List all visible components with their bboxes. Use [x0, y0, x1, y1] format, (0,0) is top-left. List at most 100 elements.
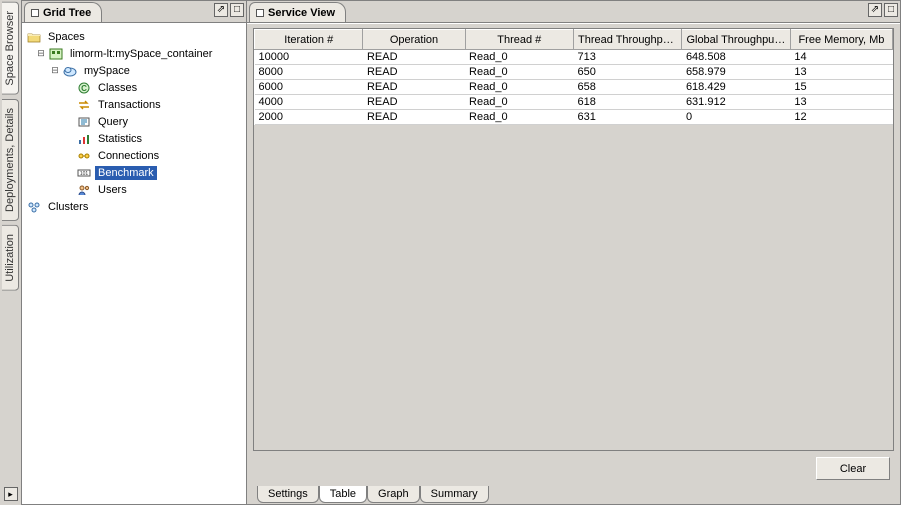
service-view-tab-label: Service View: [268, 7, 335, 19]
cell-free_mem: 12: [790, 110, 892, 125]
cell-global_tp: 631.912: [682, 95, 790, 110]
col-global-tp[interactable]: Global Throughput,...: [682, 30, 790, 50]
tree-node-connections[interactable]: Connections: [24, 147, 244, 164]
cell-free_mem: 13: [790, 95, 892, 110]
tree-label-statistics: Statistics: [95, 132, 145, 146]
cell-thread: Read_0: [465, 65, 573, 80]
pin-icon[interactable]: ⇗: [214, 3, 228, 17]
tree-label-myspace: mySpace: [81, 64, 133, 78]
service-view-tab[interactable]: Service View: [249, 2, 346, 22]
tree-label-spaces: Spaces: [45, 30, 88, 44]
table-row[interactable]: 6000READRead_0658618.42915: [255, 80, 893, 95]
col-free-mem[interactable]: Free Memory, Mb: [790, 30, 892, 50]
connections-icon: [76, 149, 92, 163]
cell-thread_tp: 713: [573, 50, 681, 65]
cell-iteration: 4000: [255, 95, 363, 110]
cell-free_mem: 14: [790, 50, 892, 65]
tab-marker-icon: [256, 9, 264, 17]
grid-tree-panel: Grid Tree ⇗ □ Spaces ⊟: [22, 0, 247, 505]
cell-iteration: 6000: [255, 80, 363, 95]
benchmark-table: Iteration # Operation Thread # Thread Th…: [254, 29, 893, 125]
cell-thread: Read_0: [465, 95, 573, 110]
tree-label-users: Users: [95, 183, 130, 197]
cell-thread_tp: 650: [573, 65, 681, 80]
cell-operation: READ: [363, 65, 465, 80]
subtab-strip: Settings Table Graph Summary: [253, 486, 894, 504]
cell-thread: Read_0: [465, 80, 573, 95]
cloud-icon: [62, 64, 78, 78]
tree-label-query: Query: [95, 115, 131, 129]
folder-icon: [26, 30, 42, 44]
table-row[interactable]: 8000READRead_0650658.97913: [255, 65, 893, 80]
cell-thread_tp: 631: [573, 110, 681, 125]
col-thread-tp[interactable]: Thread Throughpu...: [573, 30, 681, 50]
col-operation[interactable]: Operation: [363, 30, 465, 50]
cell-iteration: 2000: [255, 110, 363, 125]
tree-node-query[interactable]: Query: [24, 113, 244, 130]
grid-tree-tabbar: Grid Tree ⇗ □: [22, 1, 246, 23]
cell-global_tp: 648.508: [682, 50, 790, 65]
cell-global_tp: 618.429: [682, 80, 790, 95]
cell-thread: Read_0: [465, 50, 573, 65]
maximize-icon[interactable]: □: [884, 3, 898, 17]
tree-node-clusters[interactable]: Clusters: [24, 198, 244, 215]
clear-button[interactable]: Clear: [816, 457, 890, 480]
cell-operation: READ: [363, 80, 465, 95]
svg-text:101: 101: [80, 171, 89, 177]
tree-label-clusters: Clusters: [45, 200, 91, 214]
tree-node-statistics[interactable]: Statistics: [24, 130, 244, 147]
service-view-tabbar: Service View ⇗ □: [247, 1, 900, 23]
side-tab-deployments-details[interactable]: Deployments, Details: [2, 99, 19, 221]
table-row[interactable]: 10000READRead_0713648.50814: [255, 50, 893, 65]
subtab-graph[interactable]: Graph: [367, 486, 420, 503]
collapse-icon[interactable]: ⊟: [34, 48, 48, 59]
transactions-icon: [76, 98, 92, 112]
benchmark-table-body: 10000READRead_0713648.508148000READRead_…: [255, 50, 893, 125]
grid-tree-tab[interactable]: Grid Tree: [24, 2, 102, 22]
table-row[interactable]: 4000READRead_0618631.91213: [255, 95, 893, 110]
tree-node-myspace[interactable]: ⊟ mySpace: [24, 62, 244, 79]
tree-node-benchmark[interactable]: 101 Benchmark: [24, 164, 244, 181]
col-thread[interactable]: Thread #: [465, 30, 573, 50]
clusters-icon: [26, 200, 42, 214]
maximize-icon[interactable]: □: [230, 3, 244, 17]
cell-global_tp: 0: [682, 110, 790, 125]
button-row: Clear: [253, 451, 894, 486]
cell-iteration: 8000: [255, 65, 363, 80]
table-empty-area: [253, 125, 894, 451]
tree-label-benchmark: Benchmark: [95, 166, 157, 180]
grid-tree-body: Spaces ⊟ limorm-lt:mySpace_container ⊟: [22, 23, 246, 504]
grid-tree: Spaces ⊟ limorm-lt:mySpace_container ⊟: [22, 24, 246, 219]
tree-node-transactions[interactable]: Transactions: [24, 96, 244, 113]
tree-label-container: limorm-lt:mySpace_container: [67, 47, 215, 61]
tree-node-classes[interactable]: C Classes: [24, 79, 244, 96]
users-icon: [76, 183, 92, 197]
collapse-icon[interactable]: ⊟: [48, 65, 62, 76]
cell-thread_tp: 618: [573, 95, 681, 110]
col-iteration[interactable]: Iteration #: [255, 30, 363, 50]
cell-free_mem: 15: [790, 80, 892, 95]
cell-thread_tp: 658: [573, 80, 681, 95]
tree-node-spaces[interactable]: Spaces: [24, 28, 244, 45]
statistics-icon: [76, 132, 92, 146]
container-icon: [48, 47, 64, 61]
tree-node-container[interactable]: ⊟ limorm-lt:mySpace_container: [24, 45, 244, 62]
cell-global_tp: 658.979: [682, 65, 790, 80]
cell-iteration: 10000: [255, 50, 363, 65]
pin-icon[interactable]: ⇗: [868, 3, 882, 17]
classes-icon: C: [76, 81, 92, 95]
subtab-settings[interactable]: Settings: [257, 486, 319, 503]
side-tab-space-browser[interactable]: Space Browser: [2, 2, 19, 95]
side-tab-utilization[interactable]: Utilization: [2, 225, 19, 291]
tree-node-users[interactable]: Users: [24, 181, 244, 198]
cell-thread: Read_0: [465, 110, 573, 125]
table-row[interactable]: 2000READRead_0631012: [255, 110, 893, 125]
subtab-table[interactable]: Table: [319, 486, 367, 503]
side-expand-icon[interactable]: ▸: [4, 487, 18, 501]
benchmark-icon: 101: [76, 166, 92, 180]
benchmark-table-wrap: Iteration # Operation Thread # Thread Th…: [253, 28, 894, 451]
query-icon: [76, 115, 92, 129]
subtab-summary[interactable]: Summary: [420, 486, 489, 503]
cell-free_mem: 13: [790, 65, 892, 80]
cell-operation: READ: [363, 95, 465, 110]
